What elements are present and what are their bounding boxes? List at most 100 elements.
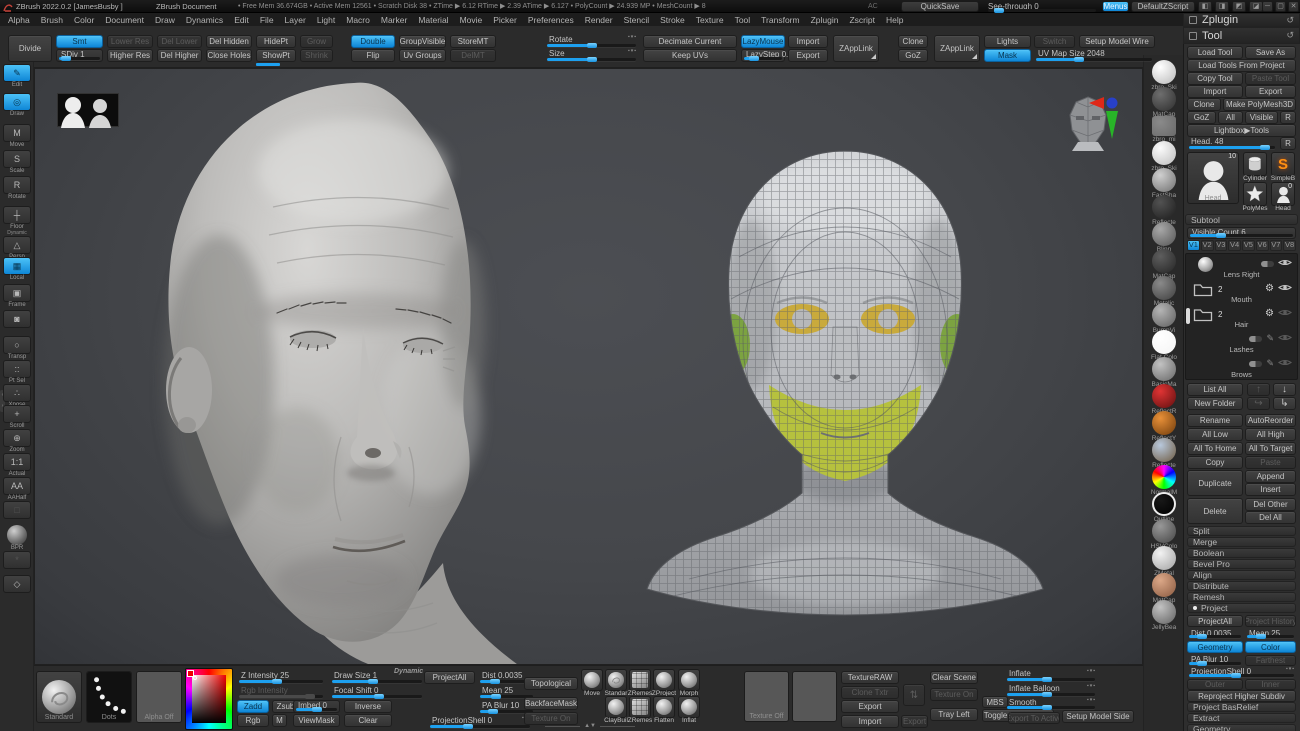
stroke-thumbnail[interactable]: Dots — [86, 671, 132, 723]
head-slider[interactable]: Head. 48 — [1187, 137, 1277, 150]
goz-tool-button[interactable]: GoZ — [1187, 111, 1216, 124]
bevel-pro-section-header[interactable]: Bevel Pro — [1187, 559, 1296, 569]
pa-blur-tool-slider[interactable]: PA Blur 10 — [1187, 655, 1243, 666]
texture-import-button[interactable]: Import — [841, 715, 899, 728]
export-dim-button[interactable]: Export — [901, 715, 928, 728]
clone-tool-button[interactable]: Clone — [1187, 98, 1221, 111]
transp-button[interactable]: ○Transp — [2, 336, 32, 361]
higher-res-button[interactable]: Higher Res — [107, 49, 153, 62]
z-intensity-slider[interactable]: Z Intensity 25 — [237, 671, 325, 684]
extract-header[interactable]: Extract — [1187, 713, 1296, 723]
menu-render[interactable]: Render — [585, 15, 613, 25]
titlebar-tray-icon-1[interactable]: ◧ — [1198, 1, 1212, 12]
all-to-home-button[interactable]: All To Home — [1187, 442, 1243, 455]
all-high-button[interactable]: All High — [1245, 428, 1296, 441]
insert-button[interactable]: Insert — [1245, 483, 1296, 496]
delmt-button[interactable]: DelMT — [450, 49, 496, 62]
size-slider[interactable]: Size▪▾▪ — [545, 49, 638, 62]
textureraw-button[interactable]: TextureRAW — [841, 671, 899, 684]
edit-button[interactable]: ✎Edit — [2, 64, 32, 89]
outer-button[interactable]: Outer — [1187, 679, 1243, 690]
merge-section-header[interactable]: Merge — [1187, 537, 1296, 547]
reset-icon[interactable]: ↺ — [1286, 15, 1294, 26]
rgb-button[interactable]: Rgb — [237, 714, 269, 727]
goz-visible-button[interactable]: Visible — [1245, 111, 1278, 124]
inflate-balloon-slider[interactable]: Inflate Balloon▪▾▪ — [1005, 684, 1097, 697]
zadd-button[interactable]: Zadd — [237, 700, 269, 713]
viewmask-button[interactable]: ViewMask — [293, 714, 340, 727]
mean-tool-slider[interactable]: Mean 25 — [1245, 629, 1296, 639]
toggle-pill[interactable] — [1249, 336, 1262, 342]
zplugin-panel-header[interactable]: Zplugin↺ — [1183, 13, 1300, 27]
shrink-button[interactable]: Shrink — [300, 49, 333, 62]
tool-thumbnail-simplebrush[interactable]: SSimpleB — [1271, 152, 1295, 176]
project-history-button[interactable]: Project History — [1245, 615, 1296, 627]
eye-icon[interactable] — [1278, 333, 1292, 344]
material-sphere[interactable] — [1152, 465, 1176, 489]
menu-marker[interactable]: Marker — [381, 15, 407, 25]
lightbox-tools-button[interactable]: Lightbox▶Tools — [1187, 124, 1296, 137]
subtool-row-lens-right[interactable]: Lens Right — [1186, 255, 1297, 280]
eye-icon[interactable] — [1278, 283, 1292, 294]
groupvisible-button[interactable]: GroupVisible — [399, 35, 446, 48]
farthest-button[interactable]: Farthest — [1245, 655, 1296, 666]
material-sphere[interactable] — [1152, 438, 1176, 462]
menu-zscript[interactable]: Zscript — [849, 15, 875, 25]
mask-button[interactable]: Mask — [984, 49, 1031, 62]
inflate-slider[interactable]: Inflate▪▾▪ — [1005, 669, 1097, 682]
geometry-section-header[interactable]: Geometry — [1187, 724, 1296, 731]
restore-button[interactable]: ▢ — [1275, 1, 1286, 12]
new-folder-button[interactable]: New Folder — [1187, 397, 1243, 410]
rotate-button[interactable]: RRotate — [2, 176, 32, 201]
brush-standard[interactable]: Standar — [605, 669, 627, 691]
del-hidden-button[interactable]: Del Hidden — [206, 35, 252, 48]
brush-move[interactable]: Move — [581, 669, 603, 691]
material-sphere[interactable] — [1152, 222, 1176, 246]
clear-scene-button[interactable]: Clear Scene — [930, 671, 978, 684]
menu-file[interactable]: File — [260, 15, 274, 25]
goz-r-button[interactable]: R — [1280, 111, 1296, 124]
inner-button[interactable]: Inner — [1245, 679, 1296, 690]
menu-preferences[interactable]: Preferences — [528, 15, 574, 25]
showpt-button[interactable]: ShowPt — [256, 49, 296, 62]
clone-txtr-button[interactable]: Clone Txtr — [841, 686, 899, 699]
projectall-button[interactable]: ProjectAll — [424, 671, 475, 684]
del-other-button[interactable]: Del Other — [1245, 498, 1296, 511]
material-jellybea[interactable]: JellyBea — [1145, 600, 1183, 631]
material-sphere[interactable] — [1152, 87, 1176, 111]
clear-button[interactable]: Clear — [344, 714, 392, 727]
load-tools-from-project-button[interactable]: Load Tools From Project — [1187, 59, 1296, 72]
all-low-button[interactable]: All Low — [1187, 428, 1243, 441]
brush-zremesher2[interactable]: ZRemes — [629, 696, 651, 718]
material-sphere[interactable] — [1152, 330, 1176, 354]
subtool-scrollbar[interactable] — [1186, 308, 1190, 324]
brush-claybuildup[interactable]: ClayBuil — [605, 696, 627, 718]
uv-map-size-slider[interactable]: UV Map Size 2048 — [1034, 49, 1154, 62]
material-sphere[interactable] — [1152, 116, 1176, 136]
close-holes-button[interactable]: Close Holes — [206, 49, 252, 62]
material-sphere[interactable] — [1152, 249, 1176, 273]
floor-button[interactable]: ┼Floor — [2, 206, 32, 231]
keep-uvs-button[interactable]: Keep UVs — [643, 49, 737, 62]
material-sphere[interactable] — [1152, 600, 1176, 624]
gear-icon[interactable]: ⚙ — [1265, 284, 1274, 294]
see-through-slider[interactable]: See-through 0 — [988, 0, 1096, 13]
subtool-row-hair[interactable]: 2⚙Hair — [1186, 305, 1297, 330]
menu-layer[interactable]: Layer — [285, 15, 306, 25]
texture-export-button[interactable]: Export — [841, 700, 899, 713]
subtool-row-brows[interactable]: ✎Brows — [1186, 355, 1297, 380]
menu-material[interactable]: Material — [418, 15, 448, 25]
frame-button[interactable]: ▣Frame — [2, 284, 32, 309]
projection-shell-tool-slider[interactable]: ProjectionShell 0▪▾▪ — [1187, 667, 1296, 678]
flip-v-button[interactable]: ⇅ — [903, 684, 925, 706]
tool-thumbnail-polymesh[interactable]: PolyMes — [1243, 182, 1267, 206]
brush-zproject[interactable]: ZProject — [653, 669, 675, 691]
lower-res-button[interactable]: Lower Res — [107, 35, 153, 48]
menu-tool[interactable]: Tool — [735, 15, 751, 25]
local-button[interactable]: ▦Local — [2, 257, 32, 282]
smt-button[interactable]: Smt — [56, 35, 103, 48]
color-picker[interactable] — [185, 668, 233, 730]
menu-movie[interactable]: Movie — [460, 15, 483, 25]
align-section-header[interactable]: Align — [1187, 570, 1296, 580]
brush-morph[interactable]: Morph — [678, 669, 700, 691]
